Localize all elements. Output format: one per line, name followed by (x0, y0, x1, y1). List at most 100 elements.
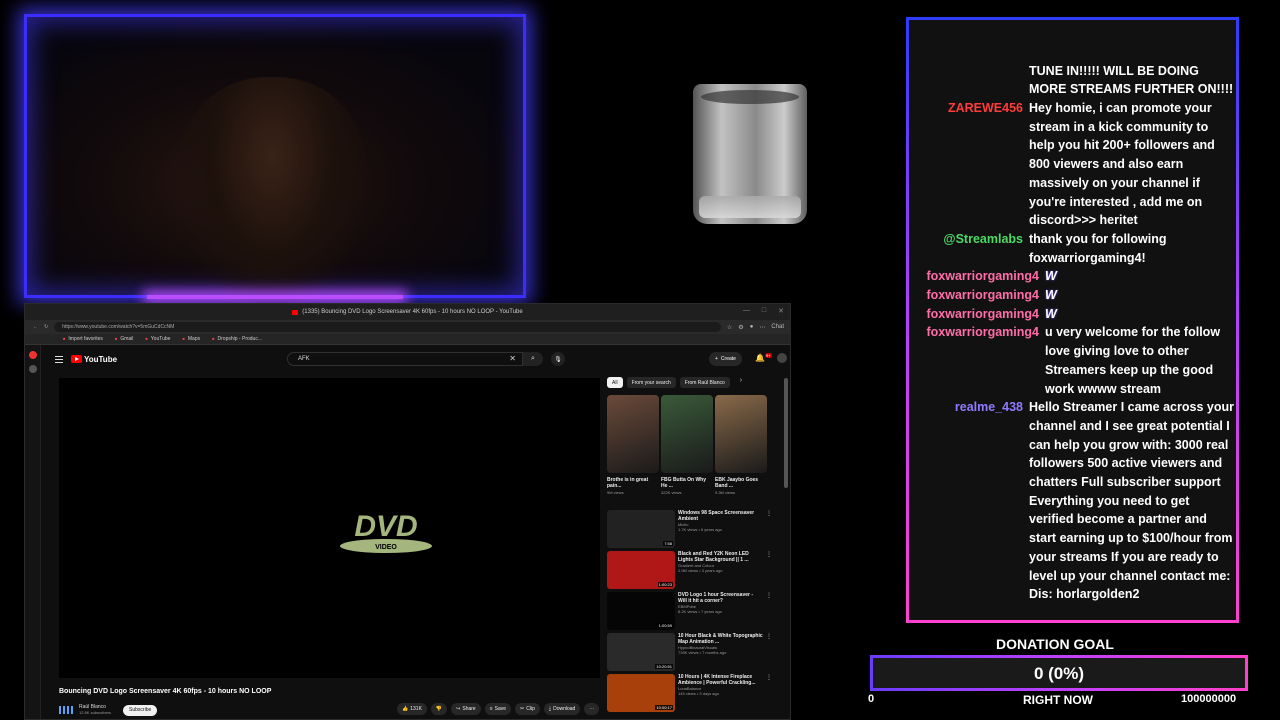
like-button[interactable]: 👍 131K (397, 703, 427, 715)
save-icon: ≡ (489, 706, 493, 712)
more-icon[interactable]: ⋮ (766, 551, 772, 592)
refresh-icon[interactable]: ↻ (44, 324, 48, 330)
clip-button[interactable]: ✂ Clip (515, 703, 540, 715)
chip-from-channel[interactable]: From Raúl Blanco (679, 377, 730, 388)
scrollbar[interactable] (784, 378, 788, 488)
recommendations-list: 7:58 Windows 98 Space Screensaver Ambient… (607, 510, 772, 715)
video-player[interactable] (59, 378, 600, 678)
short-title[interactable]: EBK Jaaybo Goes Band ... (715, 477, 767, 489)
chevron-right-icon[interactable]: › (740, 377, 742, 388)
chat-username[interactable]: @Streamlabs (909, 230, 1029, 267)
chat-message: TUNE IN!!!!! WILL BE DOING MORE STREAMS … (909, 62, 1236, 99)
url-field[interactable]: https://www.youtube.com/watch?v=5mGuCdCc… (54, 322, 721, 332)
webcam-overlay (24, 14, 526, 307)
search-input[interactable]: AFK ✕ (287, 352, 523, 366)
donation-title: DONATION GOAL (996, 636, 1114, 652)
chip-all[interactable]: All (607, 377, 623, 388)
rec-stats: 8.2K views • 7 years ago (678, 609, 722, 614)
notifications-button[interactable]: 🔔9+ (755, 353, 772, 363)
video-thumbnail[interactable]: 10:20:51 (607, 633, 675, 671)
bookmark-item[interactable]: Maps (182, 336, 200, 342)
avatar[interactable] (777, 353, 787, 363)
svg-text:DVD: DVD (354, 510, 417, 543)
chat-username[interactable]: foxwarriorgaming4 (909, 286, 1045, 305)
thumbs-up-icon: 👍 (402, 706, 409, 712)
subscribe-button[interactable]: Subscribe (123, 704, 158, 716)
rec-title[interactable]: 10 Hours | 4K Intense Fireplace Ambience… (678, 674, 763, 686)
chat-button[interactable]: Chat (771, 324, 784, 331)
short-title[interactable]: Brothe is in great pain... (607, 477, 659, 489)
chip-from-search[interactable]: From your search (626, 377, 676, 388)
list-item[interactable]: 10:00:17 10 Hours | 4K Intense Fireplace … (607, 674, 772, 715)
minimize-icon[interactable]: — (743, 307, 750, 315)
chat-username[interactable] (909, 62, 1029, 99)
menu-dots-icon[interactable]: ⋯ (759, 324, 765, 331)
notification-count: 9+ (764, 353, 772, 358)
list-item[interactable]: 10:20:51 10 Hour Black & White Topographi… (607, 633, 772, 674)
more-icon[interactable]: ⋮ (766, 592, 772, 633)
more-icon[interactable]: ⋮ (766, 674, 772, 715)
tab-youtube-icon[interactable] (28, 351, 37, 359)
rec-title[interactable]: DVD Logo 1 hour Screensaver - Will it hi… (678, 592, 763, 604)
bookmark-item[interactable]: Gmail (115, 336, 133, 342)
chat-username[interactable]: foxwarriorgaming4 (909, 323, 1045, 398)
short-thumbnail[interactable] (607, 395, 659, 473)
chat-username[interactable]: foxwarriorgaming4 (909, 305, 1045, 324)
donation-max: 100000000 (1181, 693, 1237, 705)
dislike-button[interactable]: 👎 (430, 703, 448, 715)
short-item[interactable]: FBG Butta On Why He ... 322K views (661, 395, 713, 495)
search-button[interactable]: ⌕ (523, 352, 543, 366)
list-item[interactable]: 7:58 Windows 98 Space Screensaver Ambient… (607, 510, 772, 551)
short-thumbnail[interactable] (661, 395, 713, 473)
rec-title[interactable]: Windows 98 Space Screensaver Ambient (678, 510, 763, 522)
bookmark-item[interactable]: Import favorites (63, 336, 102, 342)
voice-search-button[interactable]: 🎙 (551, 352, 565, 366)
profile-icon[interactable]: ● (750, 324, 754, 331)
video-thumbnail[interactable]: 7:58 (607, 510, 675, 548)
rec-title[interactable]: 10 Hour Black & White Topographic Map An… (678, 633, 763, 645)
close-icon[interactable]: ✕ (778, 307, 784, 315)
search-icon: ⌕ (531, 355, 535, 362)
short-item[interactable]: Brothe is in great pain... 9M views (607, 395, 659, 495)
hamburger-menu-icon[interactable] (55, 355, 63, 363)
list-item[interactable]: 1:00:59 DVD Logo 1 hour Screensaver - Wil… (607, 592, 772, 633)
list-item[interactable]: 1:00:23 Black and Red Y2K Neon LED Lights… (607, 551, 772, 592)
create-button[interactable]: + Create (709, 352, 742, 366)
youtube-logo[interactable]: YouTube (71, 355, 117, 364)
chat-username[interactable]: foxwarriorgaming4 (909, 267, 1045, 286)
short-item[interactable]: EBK Jaaybo Goes Band ... 9.3M views (715, 395, 767, 495)
chat-message: foxwarriorgaming4 W (909, 305, 1236, 324)
rec-stats: 1.7K views • 6 years ago (678, 527, 722, 532)
bookmark-item[interactable]: Dropship - Produc... (212, 336, 262, 342)
bookmark-item[interactable]: YouTube (145, 336, 171, 342)
chat-username[interactable]: realme_438 (909, 398, 1029, 604)
glass-image (693, 84, 807, 224)
video-thumbnail[interactable]: 10:00:17 (607, 674, 675, 712)
video-thumbnail[interactable]: 1:00:23 (607, 551, 675, 589)
rec-title[interactable]: Black and Red Y2K Neon LED Lights Star B… (678, 551, 763, 563)
more-icon[interactable]: ⋮ (766, 633, 772, 674)
chat-username[interactable]: ZAREWE456 (909, 99, 1029, 230)
maximize-icon[interactable]: □ (762, 307, 766, 315)
video-thumbnail[interactable]: 1:00:59 (607, 592, 675, 630)
more-icon[interactable]: ⋮ (766, 510, 772, 551)
more-actions-button[interactable]: ⋯ (584, 703, 600, 715)
clear-search-icon[interactable]: ✕ (509, 354, 516, 363)
share-button[interactable]: ↪ Share (451, 703, 481, 715)
short-title[interactable]: FBG Butta On Why He ... (661, 477, 713, 489)
star-icon[interactable]: ☆ (727, 324, 732, 331)
more-icon: ⋯ (589, 706, 595, 712)
chat-message: ZAREWE456 Hey homie, i can promote your s… (909, 99, 1236, 230)
short-thumbnail[interactable] (715, 395, 767, 473)
streamer-camera-feed (177, 77, 367, 307)
donation-min: 0 (868, 693, 875, 705)
download-button[interactable]: ⤓ Download (543, 703, 581, 715)
svg-text:VIDEO: VIDEO (375, 544, 397, 551)
new-tab-icon[interactable] (28, 365, 37, 373)
chat-text: TUNE IN!!!!! WILL BE DOING MORE STREAMS … (1029, 63, 1234, 97)
channel-avatar[interactable] (59, 706, 75, 714)
extensions-icon[interactable]: ⚙ (738, 324, 743, 331)
back-icon[interactable]: ← (33, 324, 38, 330)
youtube-header: YouTube AFK ✕ ⌕ 🎙 + Create 🔔9+ (41, 345, 790, 373)
save-button[interactable]: ≡ Save (484, 703, 512, 715)
